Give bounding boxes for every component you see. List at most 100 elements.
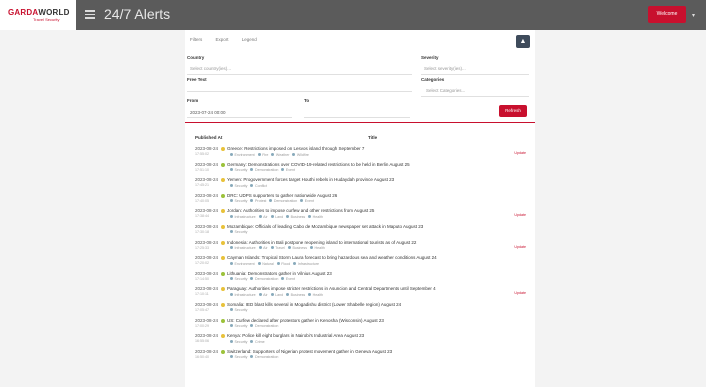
alert-title[interactable]: Cayman Islands: Tropical Storm Laura for… xyxy=(227,255,437,260)
tag-label: Health xyxy=(312,292,324,297)
alert-row[interactable]: 2023-08-24 17:55:02 Greece: Restrictions i… xyxy=(190,145,530,161)
tag-label: Infrastructure xyxy=(297,261,319,266)
tag-dot-icon xyxy=(230,152,233,156)
tag-dot-icon xyxy=(308,292,312,296)
alert-tags: Environment Natural Flood Infrastructure xyxy=(227,261,319,266)
tag-dot-icon xyxy=(281,168,285,172)
tag-dot-icon xyxy=(230,324,233,328)
alert-flag: Update xyxy=(514,213,526,218)
alert-row[interactable]: 2023-08-24 17:00:29 US: Curfew declared af… xyxy=(190,317,530,333)
published-header[interactable]: Published At xyxy=(195,135,222,140)
tab-filters[interactable]: Filters xyxy=(190,37,202,42)
tag-dot-icon xyxy=(230,277,233,281)
tag-label: Infrastructure xyxy=(234,214,256,219)
alert-row[interactable]: 2023-08-24 17:51:10 Germany: Demonstration… xyxy=(190,161,530,177)
alert-tags: Environment Fire Weather Wildfire xyxy=(227,152,309,157)
severity-dot-icon xyxy=(221,178,225,183)
alert-tags: Security Crime xyxy=(227,339,265,344)
tag-dot-icon xyxy=(293,261,297,265)
severity-dot-icon xyxy=(221,271,225,276)
severity-dot-icon xyxy=(221,162,225,167)
tag-label: Infrastructure xyxy=(234,292,256,297)
tag-label: Security xyxy=(234,230,248,235)
tag-label: Demonstration xyxy=(254,324,279,329)
tag-dot-icon xyxy=(250,324,254,328)
alert-title[interactable]: US: Curfew declared after protestors gat… xyxy=(227,318,384,323)
brand-subtitle: Travel Security xyxy=(33,17,60,22)
alert-date: 2023-08-24 xyxy=(195,146,219,151)
severity-dot-icon xyxy=(221,147,225,151)
severity-dot-icon xyxy=(221,318,225,323)
severity-dot-icon xyxy=(221,349,225,354)
tag-label: Security xyxy=(234,355,248,360)
tab-legend[interactable]: Legend xyxy=(242,37,257,42)
alert-title[interactable]: Somalia: IED blast kills several in Moga… xyxy=(227,302,401,307)
alert-row[interactable]: 2023-08-24 17:25:33 Indonesia: Authorities… xyxy=(190,239,530,255)
tag-dot-icon xyxy=(230,355,233,359)
tab-export[interactable]: Export xyxy=(216,37,229,42)
tag-label: Protest xyxy=(254,199,267,204)
alert-time: 17:25:33 xyxy=(195,245,209,250)
alert-row[interactable]: 2023-08-24 17:20:02 Cayman Islands: Tropic… xyxy=(190,254,530,270)
alert-title[interactable]: Lithuania: Demonstrators gather in Vilni… xyxy=(227,271,332,276)
from-input[interactable]: 2023-07-24 00:00 xyxy=(190,110,226,115)
tag-label: Fire xyxy=(262,152,269,157)
alert-row[interactable]: 2023-08-24 17:10:11 Paraguay: Authorities … xyxy=(190,285,530,301)
alert-time: 17:14:50 xyxy=(195,276,209,281)
alert-title[interactable]: Kenya: Police kill eight burglars in Nai… xyxy=(227,333,364,338)
refresh-button[interactable]: Refresh xyxy=(499,105,527,117)
tag-dot-icon xyxy=(270,214,274,218)
alert-title[interactable]: Switzerland: Supporters of Nigerian prot… xyxy=(227,349,392,354)
tag-dot-icon xyxy=(230,230,233,234)
tag-dot-icon xyxy=(257,261,261,265)
hamburger-menu-icon[interactable] xyxy=(85,10,95,19)
severity-select[interactable]: Select severity(ies)... xyxy=(424,66,466,71)
tag-label: Weather xyxy=(275,152,290,157)
alert-row[interactable]: 2023-08-24 16:50:40 Switzerland: Supporter… xyxy=(190,348,530,364)
alert-time: 17:20:02 xyxy=(195,261,209,266)
page-title: 24/7 Alerts xyxy=(104,6,171,22)
alert-row[interactable]: 2023-08-24 17:40:05 DRC: UDPS supporters t… xyxy=(190,192,530,208)
tag-label: Demonstration xyxy=(254,277,279,282)
tag-dot-icon xyxy=(250,168,254,172)
alert-title[interactable]: DRC: UDPS supporters to gather nationwid… xyxy=(227,193,337,198)
tag-label: Air xyxy=(263,246,268,251)
title-header[interactable]: Title xyxy=(368,135,377,140)
to-underline xyxy=(304,117,410,118)
alert-title[interactable]: Germany: Demonstrations over COVID-19-re… xyxy=(227,162,410,167)
tag-dot-icon xyxy=(286,214,290,218)
tag-dot-icon xyxy=(310,246,314,250)
alert-date: 2023-08-24 xyxy=(195,270,219,276)
severity-underline xyxy=(421,74,529,75)
country-select[interactable]: Select country(ies)... xyxy=(190,66,231,71)
tag-label: Natural xyxy=(262,261,274,266)
alert-row[interactable]: 2023-08-24 16:55:06 Kenya: Police kill eig… xyxy=(190,332,530,348)
brand-logo[interactable]: GARDAWORLD Travel Security xyxy=(0,0,76,30)
alert-title[interactable]: Yemen: Progovernment forces target Houth… xyxy=(227,177,394,182)
alert-row[interactable]: 2023-08-24 17:45:21 Yemen: Progovernment f… xyxy=(190,176,530,192)
alert-row[interactable]: 2023-08-24 17:30:18 Mozambique: Officials … xyxy=(190,223,530,239)
alert-date: 2023-08-24 xyxy=(195,239,219,245)
tag-label: Crime xyxy=(254,339,265,344)
tag-dot-icon xyxy=(230,246,233,250)
alert-tags: Security Conflict xyxy=(227,183,267,188)
tag-dot-icon xyxy=(258,246,262,250)
alert-row[interactable]: 2023-08-24 17:05:47 Somalia: IED blast kil… xyxy=(190,301,530,317)
alert-title[interactable]: Mozambique: Officials of leading Cabo de… xyxy=(227,224,423,229)
tag-label: Land xyxy=(275,214,284,219)
user-menu-button[interactable]: Welcome xyxy=(648,6,686,23)
chevron-down-icon[interactable]: ▾ xyxy=(692,12,695,19)
collapse-filters-button[interactable]: ▲ xyxy=(516,35,530,48)
free-text-input[interactable] xyxy=(187,91,412,92)
alert-title[interactable]: Paraguay: Authorities impose stricter re… xyxy=(227,286,436,291)
alert-row[interactable]: 2023-08-24 17:38:44 Jordan: Authorities to… xyxy=(190,207,530,223)
tag-dot-icon xyxy=(230,308,233,312)
alert-title[interactable]: Greece: Restrictions imposed on Lesvos i… xyxy=(227,146,364,151)
tag-label: Security xyxy=(234,199,248,204)
alert-row[interactable]: 2023-08-24 17:14:50 Lithuania: Demonstrato… xyxy=(190,270,530,286)
severity-dot-icon xyxy=(221,224,225,229)
alert-time: 17:38:44 xyxy=(195,214,209,219)
alert-title[interactable]: Indonesia: Authorities in Bali postpone … xyxy=(227,240,416,245)
alert-title[interactable]: Jordan: Authorities to impose curfew and… xyxy=(227,208,374,213)
categories-select[interactable]: Select Categories... xyxy=(426,88,465,93)
